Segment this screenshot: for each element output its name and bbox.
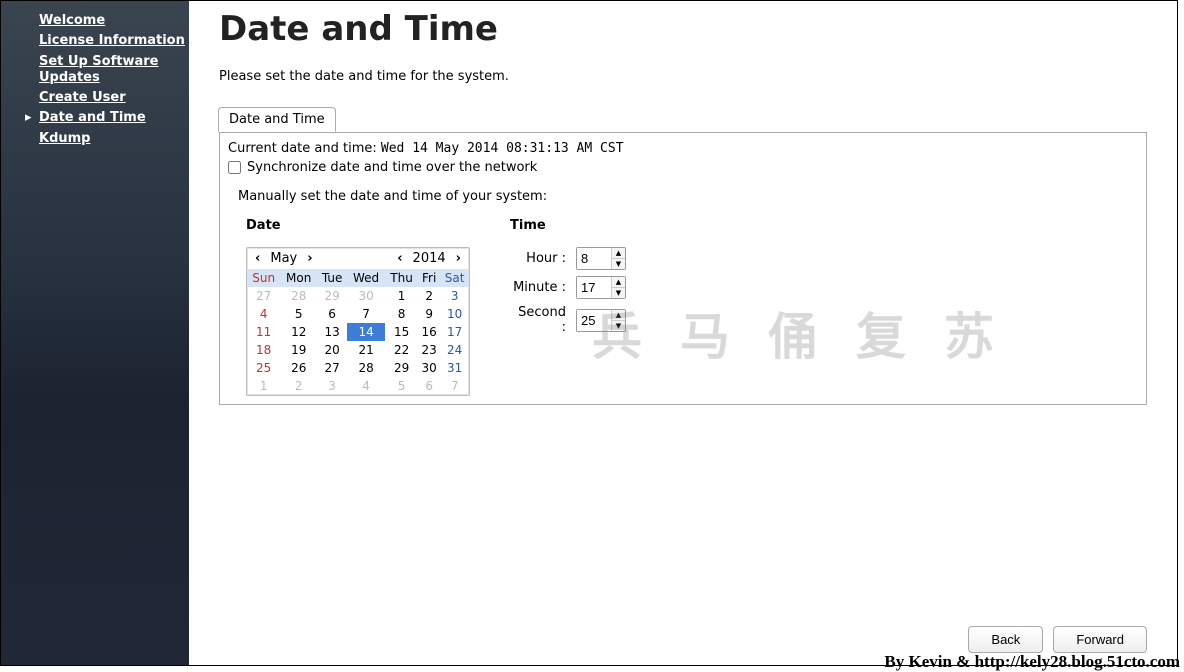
calendar-day[interactable]: 4 — [347, 377, 385, 395]
tab-panel: Current date and time: Wed 14 May 2014 0… — [219, 132, 1147, 405]
second-spinner[interactable]: ▲ ▼ — [576, 309, 626, 332]
calendar-day[interactable]: 6 — [317, 305, 347, 323]
calendar-day[interactable]: 24 — [440, 341, 469, 359]
calendar-day[interactable]: 7 — [440, 377, 469, 395]
calendar-day[interactable]: 30 — [418, 359, 440, 377]
calendar-day[interactable]: 13 — [317, 323, 347, 341]
calendar-day[interactable]: 17 — [440, 323, 469, 341]
calendar-day[interactable]: 1 — [247, 377, 280, 395]
calendar-day-header: Mon — [280, 269, 317, 287]
minute-label: Minute : — [510, 280, 566, 295]
back-button[interactable]: Back — [968, 626, 1043, 653]
calendar-day[interactable]: 1 — [385, 287, 418, 305]
current-datetime-row: Current date and time: Wed 14 May 2014 0… — [228, 141, 1138, 156]
tab-date-time[interactable]: Date and Time — [218, 107, 336, 132]
hour-down-button[interactable]: ▼ — [612, 259, 625, 269]
calendar-grid: SunMonTueWedThuFriSat 272829301234567891… — [247, 269, 469, 395]
calendar-year[interactable]: 2014 — [407, 251, 452, 266]
calendar-day-header: Sun — [247, 269, 280, 287]
calendar-day[interactable]: 29 — [385, 359, 418, 377]
calendar-day-header: Wed — [347, 269, 385, 287]
minute-up-button[interactable]: ▲ — [612, 277, 625, 288]
current-datetime-label: Current date and time: — [228, 141, 381, 156]
calendar-day[interactable]: 27 — [247, 287, 280, 305]
hour-input[interactable] — [577, 248, 611, 269]
calendar-day[interactable]: 5 — [280, 305, 317, 323]
calendar-day[interactable]: 20 — [317, 341, 347, 359]
calendar-day[interactable]: 2 — [418, 287, 440, 305]
hour-label: Hour : — [510, 251, 566, 266]
main-content: Date and Time Please set the date and ti… — [189, 1, 1177, 665]
calendar-day[interactable]: 8 — [385, 305, 418, 323]
calendar-day[interactable]: 2 — [280, 377, 317, 395]
calendar-day[interactable]: 3 — [317, 377, 347, 395]
sidebar-item-welcome[interactable]: Welcome — [1, 11, 189, 31]
hour-up-button[interactable]: ▲ — [612, 248, 625, 259]
calendar-day[interactable]: 7 — [347, 305, 385, 323]
manual-description: Manually set the date and time of your s… — [238, 189, 1138, 204]
calendar-day[interactable]: 14 — [347, 323, 385, 341]
calendar-day[interactable]: 19 — [280, 341, 317, 359]
sync-network-checkbox[interactable] — [228, 161, 241, 174]
calendar-day[interactable]: 31 — [440, 359, 469, 377]
calendar-day[interactable]: 25 — [247, 359, 280, 377]
calendar-day[interactable]: 29 — [317, 287, 347, 305]
sidebar-item-date-time[interactable]: Date and Time — [1, 108, 189, 128]
calendar-day[interactable]: 12 — [280, 323, 317, 341]
date-column: Date ‹ May › ‹ 2014 › — [246, 218, 470, 396]
credit-watermark: By Kevin & http://kely28.blog.51cto.com — [884, 652, 1180, 672]
sidebar: Welcome License Information Set Up Softw… — [1, 1, 189, 665]
calendar-day[interactable]: 27 — [317, 359, 347, 377]
minute-down-button[interactable]: ▼ — [612, 288, 625, 298]
second-label: Second : — [510, 305, 566, 335]
calendar-day[interactable]: 16 — [418, 323, 440, 341]
calendar-day-header: Thu — [385, 269, 418, 287]
calendar-day[interactable]: 23 — [418, 341, 440, 359]
calendar-day[interactable]: 28 — [347, 359, 385, 377]
minute-spinner[interactable]: ▲ ▼ — [576, 276, 626, 299]
page-description: Please set the date and time for the sys… — [219, 69, 1147, 84]
prev-month-button[interactable]: ‹ — [251, 251, 264, 266]
calendar-month[interactable]: May — [264, 251, 303, 266]
calendar-day[interactable]: 28 — [280, 287, 317, 305]
calendar-day[interactable]: 26 — [280, 359, 317, 377]
date-header: Date — [246, 218, 470, 233]
calendar-day-header: Sat — [440, 269, 469, 287]
minute-input[interactable] — [577, 277, 611, 298]
current-datetime-value: Wed 14 May 2014 08:31:13 AM CST — [381, 141, 624, 156]
tab-bar: Date and Time — [218, 106, 1147, 132]
calendar: ‹ May › ‹ 2014 › SunMonTueWedThuFriSat 2… — [246, 247, 470, 396]
calendar-day[interactable]: 4 — [247, 305, 280, 323]
calendar-day[interactable]: 30 — [347, 287, 385, 305]
calendar-day[interactable]: 22 — [385, 341, 418, 359]
prev-year-button[interactable]: ‹ — [393, 251, 406, 266]
time-column: Time Hour : ▲ ▼ — [510, 218, 626, 396]
page-title: Date and Time — [219, 9, 1147, 49]
next-year-button[interactable]: › — [452, 251, 465, 266]
calendar-day[interactable]: 21 — [347, 341, 385, 359]
calendar-day[interactable]: 11 — [247, 323, 280, 341]
second-up-button[interactable]: ▲ — [612, 310, 625, 321]
calendar-day[interactable]: 3 — [440, 287, 469, 305]
calendar-day[interactable]: 15 — [385, 323, 418, 341]
calendar-day[interactable]: 9 — [418, 305, 440, 323]
calendar-day[interactable]: 10 — [440, 305, 469, 323]
hour-spinner[interactable]: ▲ ▼ — [576, 247, 626, 270]
forward-button[interactable]: Forward — [1053, 626, 1147, 653]
sync-network-label: Synchronize date and time over the netwo… — [247, 160, 537, 175]
calendar-day-header: Tue — [317, 269, 347, 287]
sidebar-item-create-user[interactable]: Create User — [1, 88, 189, 108]
calendar-day[interactable]: 5 — [385, 377, 418, 395]
second-input[interactable] — [577, 310, 611, 331]
sidebar-item-kdump[interactable]: Kdump — [1, 129, 189, 149]
second-down-button[interactable]: ▼ — [612, 321, 625, 331]
calendar-day[interactable]: 18 — [247, 341, 280, 359]
next-month-button[interactable]: › — [303, 251, 316, 266]
sidebar-item-license[interactable]: License Information — [1, 31, 189, 51]
time-header: Time — [510, 218, 626, 233]
calendar-day[interactable]: 6 — [418, 377, 440, 395]
sidebar-item-updates[interactable]: Set Up Software Updates — [1, 52, 189, 89]
calendar-day-header: Fri — [418, 269, 440, 287]
